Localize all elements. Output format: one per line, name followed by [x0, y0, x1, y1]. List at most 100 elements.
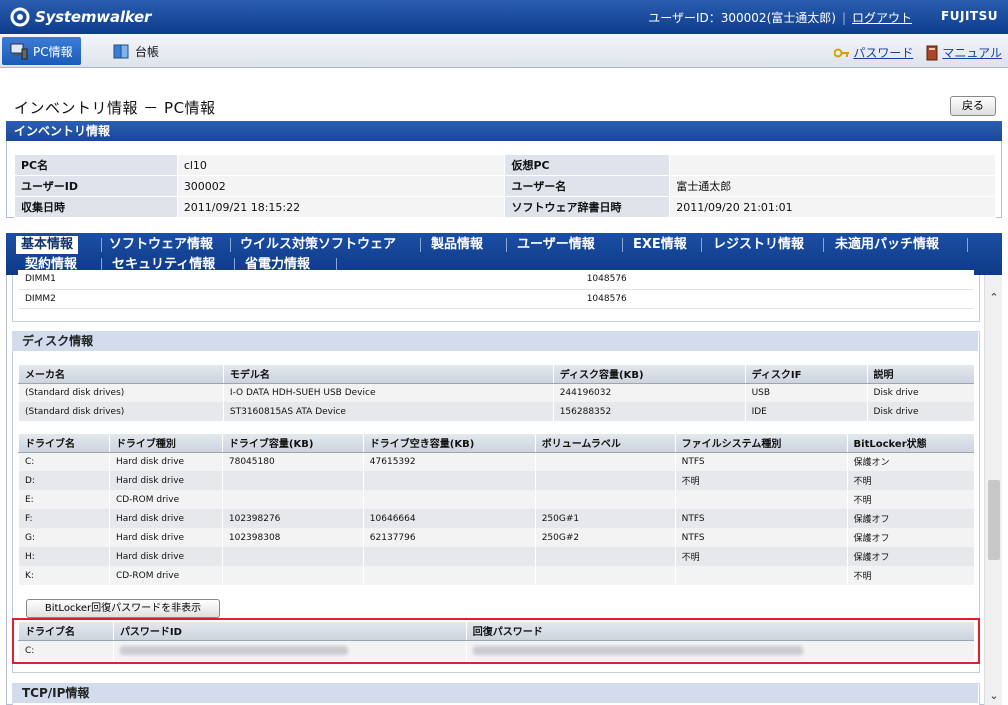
cell: 不明	[846, 471, 974, 490]
cell: 不明	[674, 547, 848, 566]
cell: 不明	[674, 471, 848, 490]
cell: CD-ROM drive	[108, 566, 223, 585]
cell: 10646664	[362, 509, 536, 528]
virtual-pc-label: 仮想PC	[504, 154, 671, 176]
collected-at-value: 2011/09/21 18:15:22	[176, 196, 506, 218]
cell	[534, 452, 676, 471]
tab-separator	[101, 238, 102, 252]
cell: 不明	[846, 566, 974, 585]
nav-bar: PC情報 台帳 パスワード マニュアル	[0, 34, 1008, 68]
manual-link-label: マニュアル	[942, 46, 1002, 60]
pc-name-value: cl10	[176, 154, 506, 176]
col-filesystem: ファイルシステム種別	[674, 434, 848, 453]
cell: NTFS	[674, 452, 848, 471]
dictionary-date-value: 2011/09/20 21:01:01	[669, 196, 996, 218]
password-link-label: パスワード	[853, 46, 914, 60]
cell	[362, 547, 536, 566]
current-user: ユーザーID：300002(富士通太郎)	[648, 11, 836, 25]
key-icon	[834, 48, 850, 57]
memory-size: 1048576	[579, 289, 974, 309]
cell	[534, 547, 676, 566]
tab-unapplied-patch-info[interactable]: 未適用パッチ情報	[830, 236, 944, 254]
cell: IDE	[744, 402, 868, 421]
table-row: DIMM2 1048576	[18, 289, 974, 309]
col-disk-capacity: ディスク容量(KB)	[552, 365, 746, 384]
pc-name-label: PC名	[14, 154, 178, 176]
tab-separator	[967, 238, 968, 252]
col-password-id: パスワードID	[112, 622, 467, 641]
redacted-value	[119, 645, 348, 655]
cell: 保護オフ	[846, 528, 974, 547]
cell: 78045180	[221, 452, 364, 471]
table-row: H: Hard disk drive 不明 保護オフ	[18, 547, 974, 566]
disk-table: メーカ名 モデル名 ディスク容量(KB) ディスクIF 説明 (Standard…	[18, 365, 974, 421]
recovery-password-redacted	[465, 640, 974, 661]
cell	[362, 490, 536, 509]
cell	[674, 566, 848, 585]
nav-tab-label: 台帳	[135, 44, 160, 59]
user-id-label: ユーザーID	[14, 175, 178, 197]
cell: G:	[18, 528, 110, 547]
inventory-row: ユーザーID 300002 ユーザー名 富士通太郎	[14, 175, 996, 197]
inventory-row: 収集日時 2011/09/21 18:15:22 ソフトウェア辞書日時 2011…	[14, 196, 996, 218]
cell: Hard disk drive	[108, 528, 223, 547]
tab-separator	[230, 238, 231, 252]
nav-tab-ledger[interactable]: 台帳	[104, 37, 167, 65]
scroll-up-icon[interactable]: ⌃	[985, 289, 1003, 307]
app-name: Systemwalker	[35, 8, 152, 26]
back-button[interactable]: 戻る	[950, 96, 996, 116]
cell	[221, 566, 364, 585]
table-row: F: Hard disk drive 102398276 10646664 250G#1…	[18, 509, 974, 528]
tab-basic-info[interactable]: 基本情報	[16, 236, 79, 254]
panel-scrollbar[interactable]: ⌃ ⌄	[984, 275, 1002, 705]
cell: (Standard disk drives)	[18, 402, 224, 421]
table-row: D: Hard disk drive 不明 不明	[18, 471, 974, 490]
redacted-value	[472, 645, 803, 655]
scroll-clip	[12, 263, 980, 275]
tab-registry-info[interactable]: レジストリ情報	[708, 236, 809, 254]
cell: 47615392	[362, 452, 536, 471]
col-drive-free: ドライブ空き容量(KB)	[362, 434, 536, 453]
table-row: C: Hard disk drive 78045180 47615392 NTFS 保護オ…	[18, 452, 974, 471]
cell: Hard disk drive	[108, 547, 223, 566]
cell: NTFS	[674, 509, 848, 528]
tab-software-info[interactable]: ソフトウェア情報	[104, 236, 218, 254]
memory-name: DIMM2	[18, 289, 581, 309]
cell	[534, 566, 676, 585]
cell: Disk drive	[866, 383, 974, 402]
table-row: G: Hard disk drive 102398308 62137796 250G#2…	[18, 528, 974, 547]
cell	[674, 490, 848, 509]
logout-link[interactable]: ログアウト	[852, 9, 912, 26]
tab-product-info[interactable]: 製品情報	[426, 236, 488, 254]
tab-separator	[622, 238, 623, 252]
inventory-summary-table: PC名 cl10 仮想PC ユーザーID 300002 ユーザー名 富士通太郎 …	[14, 154, 996, 218]
cell: Hard disk drive	[108, 471, 223, 490]
tab-separator	[420, 238, 421, 252]
cell: 62137796	[362, 528, 536, 547]
password-link[interactable]: パスワード	[834, 44, 913, 61]
col-drive-name: ドライブ名	[18, 434, 110, 453]
tab-separator	[823, 238, 824, 252]
cell	[221, 547, 364, 566]
nav-tab-pc-info[interactable]: PC情報	[2, 37, 81, 65]
cell	[362, 471, 536, 490]
cell: 不明	[846, 490, 974, 509]
tab-exe-info[interactable]: EXE情報	[628, 236, 692, 254]
nav-tab-label: PC情報	[33, 44, 73, 59]
header-separator: |	[841, 10, 846, 25]
drive-table: ドライブ名 ドライブ種別 ドライブ容量(KB) ドライブ空き容量(KB) ボリュ…	[18, 434, 974, 585]
scrollbar-thumb[interactable]	[988, 480, 1000, 560]
tab-antivirus-info[interactable]: ウイルス対策ソフトウェア	[235, 236, 401, 254]
hide-bitlocker-password-button[interactable]: BitLocker回復パスワードを非表示	[26, 599, 220, 618]
scroll-down-icon[interactable]: ⌄	[985, 687, 1003, 705]
tab-user-info[interactable]: ユーザー情報	[512, 236, 600, 254]
logo-icon	[10, 7, 30, 27]
cell	[534, 471, 676, 490]
user-name-label: ユーザー名	[504, 175, 671, 197]
col-volume-label: ボリュームラベル	[534, 434, 676, 453]
cell: Hard disk drive	[108, 509, 223, 528]
manual-link[interactable]: マニュアル	[925, 44, 1002, 61]
cell: K:	[18, 566, 110, 585]
tab-separator	[506, 238, 507, 252]
page-title: インベントリ情報 － PC情報	[14, 99, 216, 117]
